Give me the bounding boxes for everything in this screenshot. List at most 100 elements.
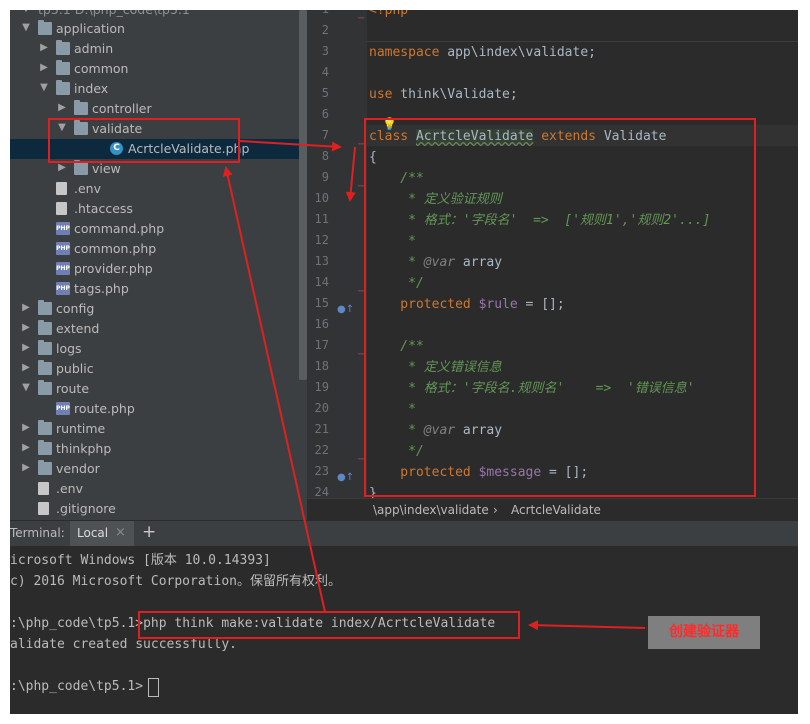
override-icon[interactable]: ●↑	[337, 304, 354, 315]
line-number: 3	[321, 44, 329, 58]
tree-item-label: vendor	[56, 461, 100, 476]
tree-item-label: .gitignore	[56, 501, 116, 516]
breadcrumb-class[interactable]: AcrtcleValidate	[511, 499, 601, 520]
tree-item[interactable]: PHP provider.php	[10, 259, 307, 279]
tree-item[interactable]: ▶ extend	[10, 319, 307, 339]
terminal-line: :\php_code\tp5.1>	[10, 677, 143, 697]
chevron-right-icon[interactable]: ▶	[38, 41, 50, 55]
php-open-tag: <?php	[369, 10, 409, 18]
line-number: 23	[314, 464, 329, 478]
add-icon[interactable]: +	[142, 522, 156, 542]
terminal-title: Terminal:	[10, 526, 65, 540]
folder-icon	[38, 360, 52, 375]
tree-item[interactable]: ▶ common	[10, 59, 307, 79]
breadcrumb: \app\index\validate › AcrtcleValidate	[307, 498, 798, 520]
tree-item-label: .env	[74, 181, 101, 196]
tree-item[interactable]: PHP tags.php	[10, 279, 307, 299]
code-line-3: namespace app\index\validate;	[369, 42, 596, 63]
tree-item[interactable]: ▶ logs	[10, 339, 307, 359]
tree-item[interactable]: PHP command.php	[10, 219, 307, 239]
folder-icon	[56, 40, 70, 55]
line-number: 1	[307, 10, 329, 20]
tree-item[interactable]: ▼ index	[10, 79, 307, 99]
chevron-down-icon[interactable]: ▼	[38, 81, 50, 95]
line-number: 16	[314, 317, 329, 331]
chevron-right-icon[interactable]: ▶	[38, 61, 50, 75]
code-line-1: <?php	[369, 10, 408, 21]
chevron-right-icon[interactable]: ▶	[56, 161, 68, 175]
line-number: 15	[314, 296, 329, 310]
chevron-right-icon[interactable]: ▶	[20, 421, 32, 435]
tree-item[interactable]: .env	[10, 179, 307, 199]
chevron-right-icon[interactable]: ▶	[20, 321, 32, 335]
tree-item[interactable]: ▶ public	[10, 359, 307, 379]
line-number: 11	[314, 212, 329, 226]
folder-icon	[74, 160, 88, 175]
file-icon	[38, 482, 49, 495]
close-icon[interactable]: ×	[115, 525, 126, 540]
line-number: 12	[314, 233, 329, 247]
file-icon	[56, 202, 67, 215]
chevron-right-icon[interactable]: ▶	[20, 301, 32, 315]
tree-item[interactable]: ▶ admin	[10, 39, 307, 59]
chevron-down-icon[interactable]: ▼	[20, 10, 32, 16]
chevron-down-icon[interactable]: ▼	[20, 381, 32, 395]
chevron-down-icon[interactable]: ▼	[20, 21, 32, 35]
namespace-keyword: namespace	[369, 45, 440, 60]
tree-item-label: .htaccess	[74, 201, 133, 216]
breadcrumb-separator: ›	[493, 503, 498, 517]
tree-item-label: thinkphp	[56, 441, 112, 456]
terminal-tab-local[interactable]: Local ×	[70, 521, 134, 549]
folder-icon	[56, 60, 70, 75]
chevron-right-icon[interactable]: ▶	[20, 461, 32, 475]
tree-scrollbar[interactable]	[299, 10, 307, 380]
tree-item[interactable]: .env	[10, 479, 307, 499]
tree-item-label: route.php	[74, 401, 135, 416]
line-number: 22	[314, 443, 329, 457]
line-number: 9	[321, 170, 329, 184]
tree-item[interactable]: ▶ controller	[10, 99, 307, 119]
tree-item[interactable]: ▶ thinkphp	[10, 439, 307, 459]
folder-icon	[38, 440, 52, 455]
use-keyword: use	[369, 87, 393, 102]
chevron-right-icon[interactable]: ▶	[20, 361, 32, 375]
annotation-box-command	[138, 611, 520, 639]
folder-icon	[38, 460, 52, 475]
tree-item[interactable]: ▼ route	[10, 379, 307, 399]
override-icon[interactable]: ●↑	[337, 472, 354, 483]
tree-item-label: common.php	[74, 241, 157, 256]
tree-item[interactable]: ▶ vendor	[10, 459, 307, 479]
annotation-label: 创建验证器	[648, 616, 760, 649]
file-icon	[38, 502, 49, 515]
tree-item[interactable]: PHP common.php	[10, 239, 307, 259]
project-tree: ▼ tp5.1 D:\php_code\tp5.1 ▼ application ▶ a…	[10, 10, 307, 520]
tree-item-label: provider.php	[74, 261, 153, 276]
tree-item[interactable]: ▶ runtime	[10, 419, 307, 439]
tree-item[interactable]: .gitignore	[10, 499, 307, 519]
tree-item[interactable]: ▼ application	[10, 19, 307, 39]
tree-item-label: extend	[56, 321, 100, 336]
annotation-box-file	[48, 118, 240, 163]
folder-icon	[38, 320, 52, 335]
line-number: 14	[314, 275, 329, 289]
code-line-5: use think\Validate;	[369, 84, 518, 105]
tree-item-label: logs	[56, 341, 82, 356]
line-number: 5	[321, 86, 329, 100]
tree-item-label: runtime	[56, 421, 106, 436]
use-value: think\Validate;	[392, 87, 518, 102]
tree-item[interactable]: PHP route.php	[10, 399, 307, 419]
terminal-cursor[interactable]	[148, 678, 159, 697]
tree-item[interactable]: .htaccess	[10, 199, 307, 219]
folder-icon	[74, 100, 88, 115]
file-icon	[56, 182, 67, 195]
tree-item[interactable]: ▶ config	[10, 299, 307, 319]
folder-icon	[38, 380, 52, 395]
chevron-right-icon[interactable]: ▶	[20, 341, 32, 355]
chevron-right-icon[interactable]: ▶	[20, 441, 32, 455]
php-file-icon: PHP	[56, 282, 70, 295]
chevron-right-icon[interactable]: ▶	[56, 101, 68, 115]
tree-item-label: public	[56, 361, 94, 376]
line-number: 8	[321, 149, 329, 163]
breadcrumb-path[interactable]: \app\index\validate	[373, 499, 489, 520]
fold-icon[interactable]: −	[357, 13, 365, 24]
